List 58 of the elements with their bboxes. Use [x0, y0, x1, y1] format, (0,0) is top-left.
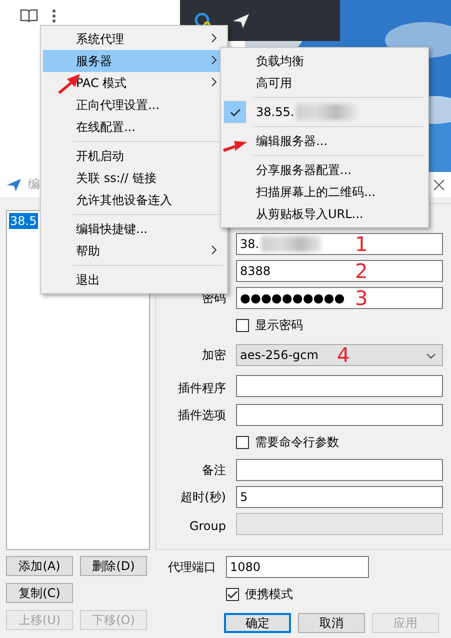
checkbox-label: 便携模式	[245, 586, 293, 602]
menu-item[interactable]: 系统代理	[43, 28, 225, 50]
chevron-right-icon	[211, 33, 217, 43]
input-field[interactable]: 38. 1	[236, 232, 443, 254]
field-label: 代理端口	[167, 558, 216, 576]
menu-item[interactable]: 编辑快捷键...	[43, 218, 225, 240]
more-icon[interactable]	[52, 8, 56, 24]
input-field[interactable]	[236, 404, 443, 426]
redaction-blur	[296, 104, 356, 120]
menu-item[interactable]: 38.55.	[223, 101, 426, 123]
book-icon[interactable]	[20, 8, 38, 24]
annotation-number: 3	[355, 286, 368, 310]
input-field[interactable]	[236, 458, 443, 480]
list-button[interactable]: 复制(C)	[6, 583, 73, 603]
input-field[interactable]: ●●●●●●●●●● 3	[236, 286, 443, 308]
dialog-button[interactable]: 取消	[298, 613, 365, 633]
checkmark-icon	[227, 590, 238, 598]
input-field[interactable]: 1080	[226, 556, 369, 578]
menu-item[interactable]: 从剪贴板导入URL...	[223, 203, 426, 225]
checkmark-icon	[230, 108, 240, 116]
list-button[interactable]: 添加(A)	[6, 556, 73, 576]
field-label: 插件选项	[177, 407, 226, 424]
input-field[interactable]: 8388 2	[236, 260, 443, 282]
dialog-button[interactable]: 确定	[224, 613, 291, 633]
checkbox-label: 需要命令行参数	[255, 434, 339, 450]
field-label: Group	[188, 519, 226, 535]
checkbox[interactable]	[226, 588, 239, 600]
field-label: 插件程序	[177, 380, 226, 397]
input-field[interactable]: 5	[236, 486, 443, 508]
window-title: 编	[28, 176, 40, 193]
server-list-item[interactable]: 38.5	[9, 213, 38, 229]
cipher-dropdown[interactable]: aes-256-gcm 4	[236, 344, 443, 366]
annotation-number: 2	[355, 258, 368, 282]
menu-item[interactable]: 负载均衡	[223, 50, 426, 72]
menu-item[interactable]: 分享服务器配置...	[223, 159, 426, 181]
chevron-right-icon	[211, 55, 217, 65]
annotation-number: 1	[355, 232, 368, 256]
menu-item[interactable]: 扫描屏幕上的二维码...	[223, 181, 426, 203]
chevron-right-icon	[211, 245, 217, 255]
field-label: 加密	[201, 346, 226, 364]
redaction-blur	[261, 236, 322, 252]
checkbox-label: 显示密码	[255, 316, 303, 334]
chevron-right-icon	[211, 77, 217, 87]
menu-item[interactable]: 编辑服务器...	[223, 130, 426, 152]
paper-plane-icon[interactable]	[232, 12, 250, 28]
list-button[interactable]: 删除(D)	[80, 556, 147, 576]
paper-plane-icon	[6, 178, 22, 192]
menu-item[interactable]: 高可用	[223, 72, 426, 94]
field-label: 备注	[201, 462, 226, 479]
field-label: 超时(秒)	[180, 489, 226, 506]
menu-item[interactable]: 帮助	[43, 240, 225, 262]
menu-item[interactable]: 退出	[43, 269, 225, 291]
annotation-number: 4	[337, 343, 350, 367]
checkbox[interactable]	[236, 436, 249, 448]
chevron-down-icon	[426, 353, 436, 359]
close-icon[interactable]	[433, 178, 445, 190]
checkbox[interactable]	[236, 318, 249, 332]
input-field[interactable]	[236, 375, 443, 397]
